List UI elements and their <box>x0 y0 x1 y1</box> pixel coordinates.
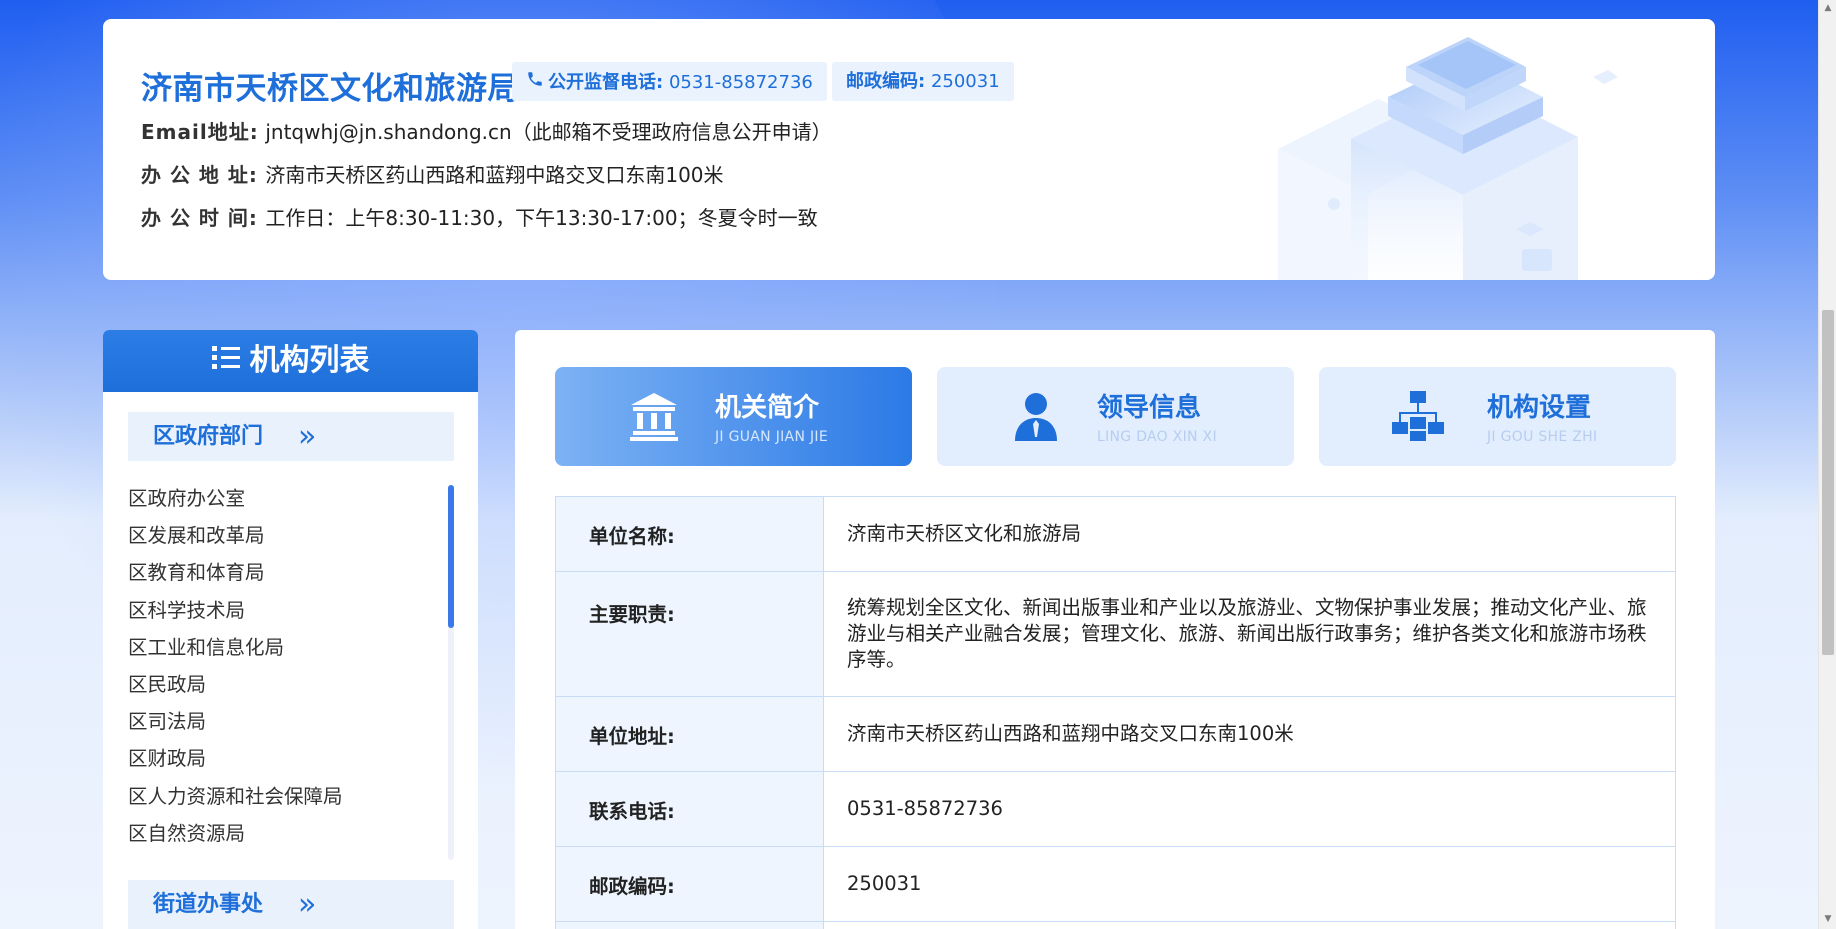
table-key: 单位名称: <box>555 496 824 572</box>
chevron-right-icon: » <box>298 419 317 454</box>
tab-agency-intro-subtitle: JI GUAN JIAN JIE <box>715 429 828 445</box>
tab-agency-intro[interactable]: 机关简介 JI GUAN JIAN JIE <box>555 367 912 466</box>
tab-leader-info-subtitle: LING DAO XIN XI <box>1097 429 1217 445</box>
table-row: 邮政编码: 250031 <box>555 846 1676 922</box>
page-scrollbar[interactable]: ▲ ▼ <box>1818 0 1836 929</box>
list-item[interactable]: 区自然资源局 <box>128 815 448 852</box>
table-row <box>555 921 1676 929</box>
table-key: 主要职责: <box>555 571 824 697</box>
list-item[interactable]: 区发展和改革局 <box>128 517 448 554</box>
list-item[interactable]: 区司法局 <box>128 703 448 740</box>
table-key: 单位地址: <box>555 696 824 772</box>
tab-leader-info[interactable]: 领导信息 LING DAO XIN XI <box>937 367 1294 466</box>
table-key <box>555 921 824 929</box>
tab-leader-info-title: 领导信息 <box>1097 393 1202 423</box>
table-value: 0531-85872736 <box>823 771 1676 847</box>
address-value: 济南市天桥区药山西路和蓝翔中路交叉口东南100米 <box>265 163 724 187</box>
tab-org-structure-title: 机构设置 <box>1487 393 1592 423</box>
table-key: 联系电话: <box>555 771 824 847</box>
address-label: 办 公 地 址: <box>141 163 258 187</box>
department-list: 区政府办公室 区发展和改革局 区教育和体育局 区科学技术局 区工业和信息化局 区… <box>128 480 448 852</box>
table-value: 济南市天桥区文化和旅游局 <box>823 496 1676 572</box>
list-item[interactable]: 区科学技术局 <box>128 592 448 629</box>
section-subdistrict-offices-label: 街道办事处 <box>153 892 264 917</box>
tab-org-structure[interactable]: 机构设置 JI GOU SHE ZHI <box>1319 367 1676 466</box>
hours-label: 办 公 时 间: <box>141 206 258 230</box>
table-row: 单位名称: 济南市天桥区文化和旅游局 <box>555 496 1676 572</box>
org-chart-icon <box>1392 391 1444 441</box>
org-title: 济南市天桥区文化和旅游局 <box>141 71 519 107</box>
section-district-departments-label: 区政府部门 <box>153 424 264 449</box>
tab-org-structure-subtitle: JI GOU SHE ZHI <box>1487 429 1598 445</box>
page-viewport: 济南市天桥区文化和旅游局 公开监督电话: 0531-85872736 邮政编码:… <box>0 0 1818 929</box>
table-row: 单位地址: 济南市天桥区药山西路和蓝翔中路交叉口东南100米 <box>555 696 1676 772</box>
list-item[interactable]: 区政府办公室 <box>128 480 448 517</box>
phone-value: 0531-85872736 <box>668 72 813 93</box>
list-item[interactable]: 区民政局 <box>128 666 448 703</box>
zip-pill: 邮政编码: 250031 <box>832 62 1014 101</box>
table-value: 统筹规划全区文化、新闻出版事业和产业以及旅游业、文物保护事业发展；推动文化产业、… <box>823 571 1676 697</box>
chevron-right-icon: » <box>298 887 317 922</box>
person-icon <box>1015 393 1057 441</box>
list-scrollbar-thumb[interactable] <box>448 485 454 628</box>
list-item[interactable]: 区人力资源和社会保障局 <box>128 778 448 815</box>
sidebar-title: 机构列表 <box>249 343 370 378</box>
org-info-table: 单位名称: 济南市天桥区文化和旅游局 主要职责: 统筹规划全区文化、新闻出版事业… <box>555 496 1676 929</box>
email-row: Email地址: jntqwhj@jn.shandong.cn（此邮箱不受理政府… <box>141 116 832 145</box>
phone-label: 公开监督电话: <box>548 72 664 93</box>
table-value <box>823 921 1676 929</box>
phone-icon <box>526 62 544 101</box>
table-value: 250031 <box>823 846 1676 922</box>
table-row: 主要职责: 统筹规划全区文化、新闻出版事业和产业以及旅游业、文物保护事业发展；推… <box>555 571 1676 697</box>
section-district-departments[interactable]: 区政府部门 » <box>128 412 454 461</box>
email-value: jntqwhj@jn.shandong.cn（此邮箱不受理政府信息公开申请） <box>265 120 832 144</box>
table-key: 邮政编码: <box>555 846 824 922</box>
table-value: 济南市天桥区药山西路和蓝翔中路交叉口东南100米 <box>823 696 1676 772</box>
hours-row: 办 公 时 间: 工作日：上午8:30-11:30，下午13:30-17:00；… <box>141 202 818 231</box>
table-row: 联系电话: 0531-85872736 <box>555 771 1676 847</box>
list-item[interactable]: 区财政局 <box>128 740 448 777</box>
org-detail-panel: 机关简介 JI GUAN JIAN JIE 领导信息 LING DAO XIN … <box>515 330 1715 929</box>
list-icon <box>211 331 240 393</box>
bank-building-icon <box>630 393 678 441</box>
org-list-sidebar: 机构列表 区政府部门 » 区政府办公室 区发展和改革局 区教育和体育局 区科学技… <box>103 330 478 929</box>
sidebar-header: 机构列表 <box>103 330 478 392</box>
zip-label: 邮政编码: <box>846 71 926 92</box>
scroll-down-icon[interactable]: ▼ <box>1823 914 1833 924</box>
list-scrollbar[interactable] <box>448 485 454 860</box>
list-item[interactable]: 区教育和体育局 <box>128 554 448 591</box>
scroll-up-icon[interactable]: ▲ <box>1823 3 1833 13</box>
zip-value: 250031 <box>930 71 1000 92</box>
list-item[interactable]: 区工业和信息化局 <box>128 629 448 666</box>
org-info-card: 济南市天桥区文化和旅游局 公开监督电话: 0531-85872736 邮政编码:… <box>103 19 1715 280</box>
email-label: Email地址: <box>141 120 259 144</box>
address-row: 办 公 地 址: 济南市天桥区药山西路和蓝翔中路交叉口东南100米 <box>141 159 724 188</box>
section-subdistrict-offices[interactable]: 街道办事处 » <box>128 880 454 929</box>
tab-agency-intro-title: 机关简介 <box>715 393 820 423</box>
page-scrollbar-thumb[interactable] <box>1822 310 1834 655</box>
phone-pill: 公开监督电话: 0531-85872736 <box>512 62 827 101</box>
server-illustration <box>1278 37 1618 280</box>
hours-value: 工作日：上午8:30-11:30，下午13:30-17:00；冬夏令时一致 <box>265 206 818 230</box>
